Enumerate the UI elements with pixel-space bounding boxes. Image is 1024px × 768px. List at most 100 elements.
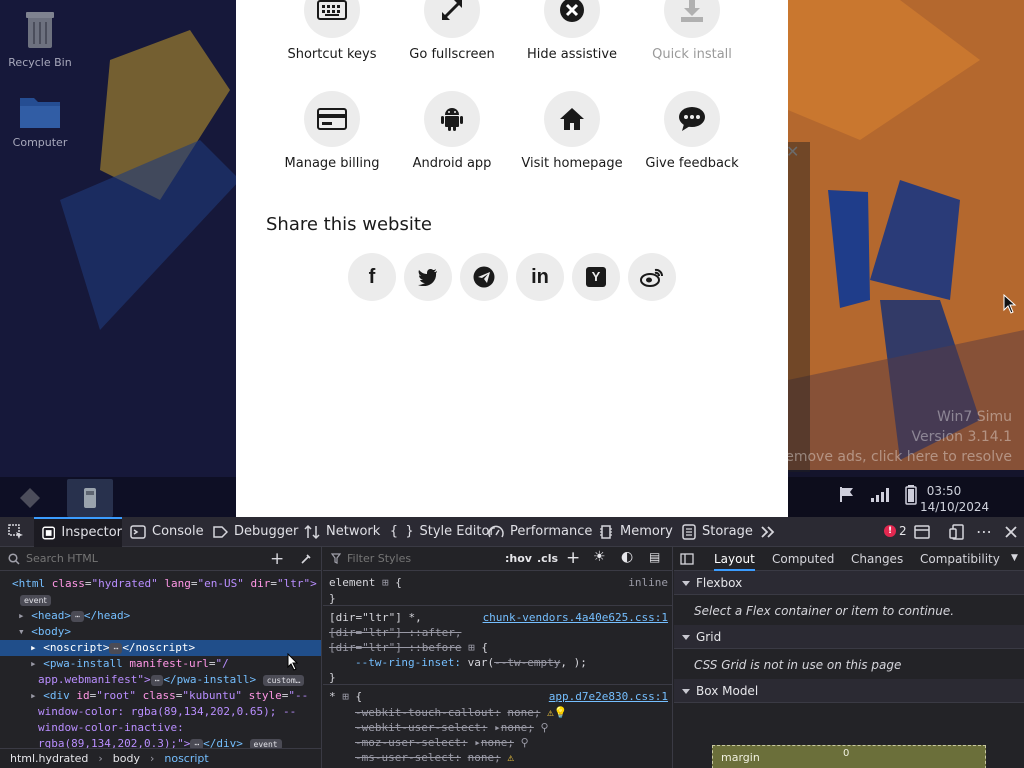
split-console-icon[interactable] bbox=[914, 525, 930, 539]
tab-computed[interactable]: Computed bbox=[772, 547, 834, 571]
tree-node-body[interactable]: ▾ <body> bbox=[18, 624, 71, 640]
class-toggle[interactable]: .cls bbox=[537, 552, 558, 565]
expand-arrow-icon[interactable]: ▸ bbox=[18, 609, 25, 622]
tree-node-pwa-install[interactable]: ▸ <pwa-install manifest-url="/ bbox=[30, 656, 229, 672]
more-tabs-chevron-icon[interactable] bbox=[760, 525, 776, 539]
collapsed-content-icon[interactable]: ⋯ bbox=[109, 642, 123, 654]
share-telegram-button[interactable] bbox=[460, 253, 508, 301]
share-linkedin-button[interactable]: in bbox=[516, 253, 564, 301]
tab-performance[interactable]: Performance bbox=[488, 517, 592, 547]
hide-assistive-button[interactable]: Hide assistive bbox=[512, 0, 632, 62]
collapsed-content-icon[interactable]: ⋯ bbox=[71, 610, 84, 622]
css-filter-input[interactable] bbox=[347, 552, 487, 565]
battery-icon[interactable] bbox=[904, 485, 918, 505]
chevron-down-icon[interactable]: ▼ bbox=[1011, 553, 1018, 563]
watermark-link[interactable]: Remove ads, click here to resolve bbox=[776, 449, 1012, 465]
print-media-icon[interactable]: ▤ bbox=[649, 550, 660, 564]
rule1-declaration[interactable]: --tw-ring-inset: var(--tw-empty, ); bbox=[355, 655, 587, 670]
add-rule-icon[interactable]: + bbox=[566, 548, 580, 568]
tab-compatibility[interactable]: Compatibility bbox=[920, 547, 1000, 571]
html-search-input[interactable] bbox=[26, 552, 226, 565]
expand-arrow-icon[interactable]: ▸ bbox=[30, 641, 37, 654]
tree-node-noscript-selected[interactable]: ▸ <noscript> ⋯ </noscript> bbox=[0, 640, 321, 656]
error-count-badge[interactable]: ! 2 bbox=[884, 524, 907, 538]
rule2-source-link[interactable]: app.d7e2e830.css:1 bbox=[549, 689, 668, 704]
warning-icon[interactable]: ⚠ bbox=[507, 751, 514, 764]
rule1-source-link[interactable]: chunk-vendors.4a40e625.css:1 bbox=[483, 610, 668, 625]
tab-storage[interactable]: Storage bbox=[682, 517, 753, 547]
flag-icon[interactable] bbox=[838, 485, 856, 503]
responsive-design-icon[interactable] bbox=[949, 524, 965, 540]
tree-node-head[interactable]: ▸ <head> ⋯ </head> bbox=[18, 608, 130, 624]
dark-theme-icon[interactable]: ◐ bbox=[621, 549, 633, 565]
tab-console[interactable]: Console bbox=[130, 517, 204, 547]
box-model-margin[interactable]: margin 0 bbox=[712, 745, 986, 768]
tree-node-root-div[interactable]: ▸ <div id="root" class="kubuntu" style="… bbox=[30, 688, 308, 704]
rule2-declaration[interactable]: -moz-user-select: ▸none; ⚲ bbox=[355, 735, 529, 750]
light-theme-icon[interactable]: ☀ bbox=[593, 549, 606, 565]
shortcut-keys-button[interactable]: Shortcut keys bbox=[272, 0, 392, 62]
visit-homepage-button[interactable]: Visit homepage bbox=[512, 91, 632, 171]
expand-arrow-icon[interactable]: ▸ bbox=[494, 721, 501, 734]
attr-value: "en-US" bbox=[197, 577, 244, 590]
filter-icon[interactable]: ⚲ bbox=[540, 721, 548, 734]
add-node-icon[interactable]: + bbox=[270, 549, 284, 569]
start-button-icon[interactable] bbox=[18, 486, 42, 510]
share-facebook-button[interactable]: f bbox=[348, 253, 396, 301]
desktop-icon-computer[interactable]: Computer bbox=[0, 88, 80, 149]
close-devtools-icon[interactable] bbox=[1004, 525, 1018, 539]
attr-value: "-- bbox=[288, 689, 309, 702]
grid-badge-icon[interactable]: ⊞ bbox=[382, 576, 389, 589]
info-bulb-icon[interactable]: 💡 bbox=[554, 706, 568, 719]
rule2-declaration[interactable]: -ms-user-select: none; ⚠ bbox=[355, 750, 514, 765]
layout-pane: Layout Computed Changes Compatibility ▼ … bbox=[674, 547, 1024, 768]
rule2-declaration[interactable]: -webkit-user-select: ▸none; ⚲ bbox=[355, 720, 549, 735]
tab-debugger[interactable]: Debugger bbox=[212, 517, 298, 547]
filter-icon[interactable]: ⚲ bbox=[521, 736, 529, 749]
tab-label: Storage bbox=[702, 524, 753, 539]
background-window-close-icon[interactable]: ✕ bbox=[786, 142, 799, 161]
toggle-panes-icon[interactable] bbox=[680, 553, 694, 565]
margin-top-value[interactable]: 0 bbox=[843, 748, 849, 759]
tab-changes[interactable]: Changes bbox=[851, 547, 903, 571]
share-ycombinator-button[interactable]: Y bbox=[572, 253, 620, 301]
hover-state-toggle[interactable]: :hov bbox=[505, 552, 532, 565]
network-signal-icon[interactable] bbox=[870, 485, 892, 503]
collapse-arrow-icon[interactable]: ▾ bbox=[18, 625, 25, 638]
taskbar-app-button[interactable] bbox=[67, 479, 113, 517]
tree-node-html[interactable]: <html class="hydrated" lang="en-US" dir=… bbox=[12, 576, 317, 592]
share-twitter-button[interactable] bbox=[404, 253, 452, 301]
event-badge[interactable]: event bbox=[20, 592, 51, 608]
grid-badge-icon[interactable]: ⊞ bbox=[342, 690, 349, 703]
expand-arrow-icon[interactable]: ▸ bbox=[474, 736, 481, 749]
warning-icon[interactable]: ⚠ bbox=[547, 706, 554, 719]
overflow-menu-icon[interactable]: ⋯ bbox=[976, 522, 992, 541]
box-model-section-header[interactable]: Box Model bbox=[674, 679, 1024, 703]
element-picker-icon[interactable] bbox=[8, 524, 24, 540]
tab-memory[interactable]: Memory bbox=[598, 517, 673, 547]
tab-inspector[interactable]: Inspector bbox=[34, 517, 122, 547]
grid-section-header[interactable]: Grid bbox=[674, 625, 1024, 649]
desktop-icon-recycle-bin[interactable]: Recycle Bin bbox=[0, 8, 80, 69]
go-fullscreen-button[interactable]: Go fullscreen bbox=[392, 0, 512, 62]
custom-element-badge[interactable]: custom… bbox=[262, 674, 305, 686]
breadcrumb-item[interactable]: body bbox=[113, 752, 140, 765]
android-app-button[interactable]: Android app bbox=[392, 91, 512, 171]
tab-layout[interactable]: Layout bbox=[714, 547, 755, 571]
tab-network[interactable]: Network bbox=[304, 517, 380, 547]
collapsed-content-icon[interactable]: ⋯ bbox=[150, 674, 164, 686]
rule2-declaration[interactable]: -webkit-touch-callout: none; ⚠💡 bbox=[355, 705, 567, 720]
breadcrumb-item[interactable]: html.hydrated bbox=[10, 752, 88, 765]
grid-badge-icon[interactable]: ⊞ bbox=[468, 641, 475, 654]
eyedropper-icon[interactable] bbox=[300, 553, 312, 565]
breadcrumb-item[interactable]: noscript bbox=[164, 752, 208, 765]
give-feedback-button[interactable]: Give feedback bbox=[632, 91, 752, 171]
expand-arrow-icon[interactable]: ▸ bbox=[30, 689, 37, 702]
expand-arrow-icon[interactable]: ▸ bbox=[30, 657, 37, 670]
tab-style-editor[interactable]: { } Style Editor bbox=[390, 517, 495, 547]
flexbox-section-header[interactable]: Flexbox bbox=[674, 571, 1024, 595]
quick-install-button[interactable]: Quick install bbox=[632, 0, 752, 62]
taskbar-clock[interactable]: 03:50 14/10/2024 bbox=[920, 483, 989, 515]
share-weibo-button[interactable] bbox=[628, 253, 676, 301]
manage-billing-button[interactable]: Manage billing bbox=[272, 91, 392, 171]
